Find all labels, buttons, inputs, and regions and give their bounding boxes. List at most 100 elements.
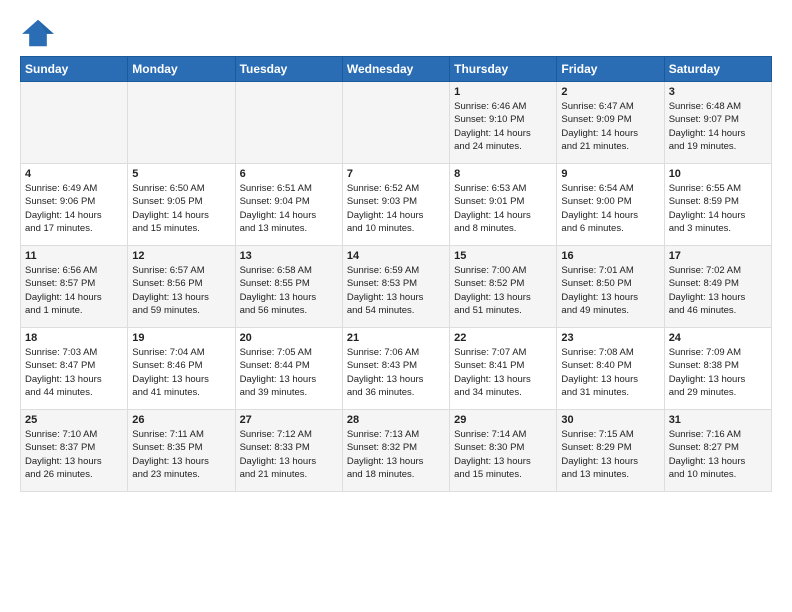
- day-info: Daylight: 13 hours: [347, 373, 445, 386]
- day-number: 22: [454, 332, 552, 344]
- day-info: Sunset: 9:04 PM: [240, 195, 338, 208]
- day-info: Daylight: 14 hours: [240, 209, 338, 222]
- day-info: Daylight: 13 hours: [454, 373, 552, 386]
- day-info: Daylight: 14 hours: [561, 127, 659, 140]
- day-info: Sunset: 9:06 PM: [25, 195, 123, 208]
- day-number: 13: [240, 250, 338, 262]
- day-number: 15: [454, 250, 552, 262]
- day-info: Daylight: 14 hours: [132, 209, 230, 222]
- calendar-day-cell: 9Sunrise: 6:54 AMSunset: 9:00 PMDaylight…: [557, 164, 664, 246]
- day-number: 5: [132, 168, 230, 180]
- day-number: 14: [347, 250, 445, 262]
- day-number: 17: [669, 250, 767, 262]
- day-info: Sunrise: 7:15 AM: [561, 428, 659, 441]
- calendar-week-row: 25Sunrise: 7:10 AMSunset: 8:37 PMDayligh…: [21, 410, 772, 492]
- day-number: 8: [454, 168, 552, 180]
- day-info: Sunrise: 7:09 AM: [669, 346, 767, 359]
- day-info: Daylight: 13 hours: [669, 455, 767, 468]
- day-info: Sunset: 9:00 PM: [561, 195, 659, 208]
- day-info: Sunrise: 6:49 AM: [25, 182, 123, 195]
- day-info: Sunset: 8:27 PM: [669, 441, 767, 454]
- day-info: Daylight: 13 hours: [132, 373, 230, 386]
- day-number: 26: [132, 414, 230, 426]
- day-info: Sunrise: 6:54 AM: [561, 182, 659, 195]
- day-info: Sunset: 9:01 PM: [454, 195, 552, 208]
- calendar-day-cell: 26Sunrise: 7:11 AMSunset: 8:35 PMDayligh…: [128, 410, 235, 492]
- calendar-day-cell: [342, 82, 449, 164]
- day-number: 9: [561, 168, 659, 180]
- weekday-header: Friday: [557, 57, 664, 82]
- day-number: 19: [132, 332, 230, 344]
- day-info: Sunset: 8:33 PM: [240, 441, 338, 454]
- calendar-day-cell: 5Sunrise: 6:50 AMSunset: 9:05 PMDaylight…: [128, 164, 235, 246]
- day-number: 11: [25, 250, 123, 262]
- day-info: Sunrise: 6:47 AM: [561, 100, 659, 113]
- day-info: Daylight: 14 hours: [454, 127, 552, 140]
- day-info: and 24 minutes.: [454, 140, 552, 153]
- day-info: Daylight: 13 hours: [240, 455, 338, 468]
- day-info: Sunset: 8:44 PM: [240, 359, 338, 372]
- calendar-day-cell: 12Sunrise: 6:57 AMSunset: 8:56 PMDayligh…: [128, 246, 235, 328]
- calendar-day-cell: 23Sunrise: 7:08 AMSunset: 8:40 PMDayligh…: [557, 328, 664, 410]
- day-info: Sunrise: 6:46 AM: [454, 100, 552, 113]
- day-info: Sunrise: 7:02 AM: [669, 264, 767, 277]
- day-info: and 10 minutes.: [347, 222, 445, 235]
- day-info: Daylight: 13 hours: [561, 373, 659, 386]
- calendar-day-cell: 20Sunrise: 7:05 AMSunset: 8:44 PMDayligh…: [235, 328, 342, 410]
- day-info: Daylight: 14 hours: [669, 127, 767, 140]
- day-info: and 31 minutes.: [561, 386, 659, 399]
- day-info: Sunset: 9:10 PM: [454, 113, 552, 126]
- day-info: and 46 minutes.: [669, 304, 767, 317]
- day-info: and 8 minutes.: [454, 222, 552, 235]
- day-info: and 26 minutes.: [25, 468, 123, 481]
- day-number: 12: [132, 250, 230, 262]
- day-info: Sunrise: 7:13 AM: [347, 428, 445, 441]
- day-info: Daylight: 13 hours: [25, 373, 123, 386]
- day-number: 10: [669, 168, 767, 180]
- day-info: Daylight: 13 hours: [132, 455, 230, 468]
- calendar-day-cell: 31Sunrise: 7:16 AMSunset: 8:27 PMDayligh…: [664, 410, 771, 492]
- calendar-day-cell: 17Sunrise: 7:02 AMSunset: 8:49 PMDayligh…: [664, 246, 771, 328]
- day-number: 27: [240, 414, 338, 426]
- day-info: Sunrise: 6:50 AM: [132, 182, 230, 195]
- day-info: Sunrise: 6:53 AM: [454, 182, 552, 195]
- weekday-header: Tuesday: [235, 57, 342, 82]
- day-info: and 1 minute.: [25, 304, 123, 317]
- day-info: and 44 minutes.: [25, 386, 123, 399]
- calendar-day-cell: 13Sunrise: 6:58 AMSunset: 8:55 PMDayligh…: [235, 246, 342, 328]
- day-info: Daylight: 13 hours: [347, 291, 445, 304]
- day-info: Sunset: 8:40 PM: [561, 359, 659, 372]
- day-info: Sunset: 8:53 PM: [347, 277, 445, 290]
- weekday-header: Sunday: [21, 57, 128, 82]
- day-info: and 3 minutes.: [669, 222, 767, 235]
- day-info: and 59 minutes.: [132, 304, 230, 317]
- day-info: Sunrise: 7:04 AM: [132, 346, 230, 359]
- calendar-week-row: 4Sunrise: 6:49 AMSunset: 9:06 PMDaylight…: [21, 164, 772, 246]
- day-info: and 15 minutes.: [454, 468, 552, 481]
- weekday-header: Thursday: [450, 57, 557, 82]
- day-info: Sunset: 9:07 PM: [669, 113, 767, 126]
- day-info: and 23 minutes.: [132, 468, 230, 481]
- day-info: and 6 minutes.: [561, 222, 659, 235]
- day-info: Sunset: 8:46 PM: [132, 359, 230, 372]
- day-info: Daylight: 13 hours: [132, 291, 230, 304]
- day-info: Sunset: 8:30 PM: [454, 441, 552, 454]
- day-number: 25: [25, 414, 123, 426]
- day-number: 29: [454, 414, 552, 426]
- day-number: 28: [347, 414, 445, 426]
- day-info: Daylight: 13 hours: [25, 455, 123, 468]
- day-info: Sunrise: 7:00 AM: [454, 264, 552, 277]
- day-info: Sunset: 8:55 PM: [240, 277, 338, 290]
- calendar-day-cell: 1Sunrise: 6:46 AMSunset: 9:10 PMDaylight…: [450, 82, 557, 164]
- day-info: Daylight: 14 hours: [669, 209, 767, 222]
- day-info: Sunrise: 7:10 AM: [25, 428, 123, 441]
- day-info: Sunrise: 7:05 AM: [240, 346, 338, 359]
- day-info: and 19 minutes.: [669, 140, 767, 153]
- day-info: Sunset: 8:57 PM: [25, 277, 123, 290]
- day-number: 18: [25, 332, 123, 344]
- day-number: 20: [240, 332, 338, 344]
- day-number: 30: [561, 414, 659, 426]
- day-number: 21: [347, 332, 445, 344]
- day-info: Sunset: 8:35 PM: [132, 441, 230, 454]
- day-info: Sunrise: 6:56 AM: [25, 264, 123, 277]
